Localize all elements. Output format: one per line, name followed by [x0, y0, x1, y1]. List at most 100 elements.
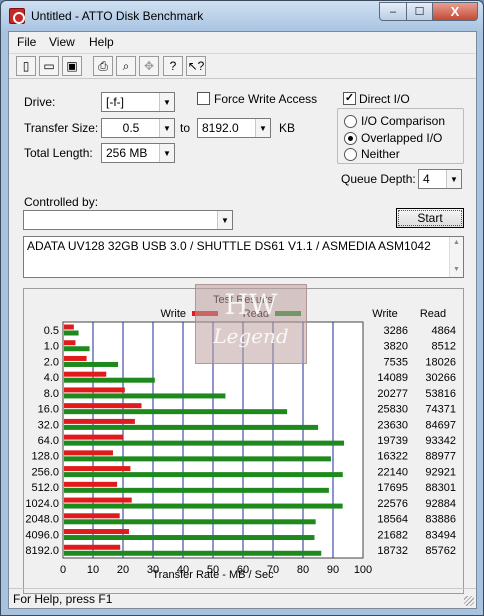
read-value: 4864: [432, 325, 456, 337]
context-help-button[interactable]: ↖?: [186, 56, 206, 76]
read-bar: [64, 393, 226, 399]
queue-depth-select[interactable]: 4 ▼: [418, 169, 462, 189]
write-value: 22576: [377, 498, 408, 510]
checkmark-icon: ✓: [344, 92, 355, 104]
neither-radio[interactable]: [344, 148, 357, 161]
x-tick-label: 10: [87, 564, 99, 576]
read-value: 93342: [425, 435, 456, 447]
open-icon: ▭: [43, 59, 55, 73]
print-preview-icon: ⌕: [122, 58, 130, 73]
read-bar: [64, 550, 322, 556]
io-mode-group: I/O Comparison Overlapped I/O Neither: [337, 108, 464, 164]
minimize-button[interactable]: –: [379, 2, 407, 21]
results-chart: Test Results Write Read Write Read 0 10 20…: [25, 294, 456, 581]
write-bar: [64, 340, 76, 346]
x-tick-label: 80: [297, 564, 309, 576]
total-length-label: Total Length:: [24, 146, 93, 160]
chevron-down-icon: ▼: [217, 211, 232, 229]
column-header-write: Write: [372, 308, 397, 320]
write-bar: [64, 481, 118, 487]
y-tick-label: 4.0: [44, 372, 59, 384]
scroll-down-icon[interactable]: ▼: [453, 266, 460, 273]
read-value: 83494: [425, 529, 456, 541]
x-tick-label: 0: [60, 564, 66, 576]
chart-title: Test Results: [213, 294, 273, 306]
write-bar: [64, 529, 130, 535]
write-bar: [64, 450, 113, 456]
direct-io-checkbox[interactable]: ✓: [343, 92, 356, 105]
menu-view[interactable]: View: [49, 35, 75, 49]
save-button[interactable]: ▣: [62, 56, 82, 76]
controlled-by-select[interactable]: ▼: [23, 210, 233, 230]
move-button[interactable]: ✥: [139, 56, 159, 76]
scroll-up-icon[interactable]: ▲: [453, 239, 460, 246]
open-button[interactable]: ▭: [39, 56, 59, 76]
print-preview-button[interactable]: ⌕: [116, 56, 136, 76]
print-button[interactable]: ⎙: [93, 56, 113, 76]
transfer-size-to-select[interactable]: 8192.0 ▼: [197, 118, 271, 138]
controlled-by-label: Controlled by:: [24, 195, 99, 209]
y-tick-label: 1.0: [44, 341, 59, 353]
queue-depth-value: 4: [423, 172, 430, 186]
chevron-down-icon: ▼: [159, 119, 174, 137]
chevron-down-icon: ▼: [255, 119, 270, 137]
read-bar: [64, 346, 90, 352]
y-tick-label: 32.0: [38, 419, 59, 431]
force-write-checkbox[interactable]: [197, 92, 210, 105]
start-button[interactable]: Start: [396, 208, 464, 228]
read-value: 84697: [425, 419, 456, 431]
description-scrollbar[interactable]: ▲ ▼: [449, 237, 463, 277]
y-tick-label: 128.0: [31, 451, 59, 463]
write-bar: [64, 387, 125, 393]
io-comparison-radio[interactable]: [344, 115, 357, 128]
read-value: 53816: [425, 388, 456, 400]
context-help-icon: ↖?: [187, 59, 205, 73]
maximize-button[interactable]: ☐: [406, 2, 433, 21]
resize-grip[interactable]: [464, 596, 474, 606]
read-bar: [64, 330, 79, 336]
transfer-size-label: Transfer Size:: [24, 121, 99, 135]
write-bar: [64, 497, 132, 503]
new-button[interactable]: ▯: [16, 56, 36, 76]
menu-file[interactable]: File: [17, 35, 36, 49]
overlapped-io-radio[interactable]: [344, 132, 357, 145]
menu-help[interactable]: Help: [89, 35, 114, 49]
write-value: 3286: [384, 325, 408, 337]
read-bar: [64, 535, 315, 541]
legend-read-label: Read: [243, 308, 269, 320]
y-tick-label: 2048.0: [25, 514, 59, 526]
status-bar: For Help, press F1: [9, 588, 476, 608]
write-value: 18564: [377, 514, 408, 526]
description-field[interactable]: ADATA UV128 32GB USB 3.0 / SHUTTLE DS61 …: [23, 236, 464, 278]
read-value: 83886: [425, 514, 456, 526]
write-bar: [64, 418, 135, 424]
app-icon: [9, 8, 25, 24]
read-bar: [64, 361, 119, 367]
write-bar: [64, 544, 121, 550]
read-value: 92884: [425, 498, 456, 510]
chevron-down-icon: ▼: [159, 144, 174, 162]
description-text: ADATA UV128 32GB USB 3.0 / SHUTTLE DS61 …: [27, 239, 431, 253]
total-length-value: 256 MB: [106, 146, 148, 160]
help-button[interactable]: ?: [163, 56, 183, 76]
column-header-read: Read: [420, 308, 446, 320]
read-value: 18026: [425, 356, 456, 368]
y-tick-label: 4096.0: [25, 529, 59, 541]
toolbar: ▯ ▭ ▣ ⎙ ⌕ ✥ ? ↖?: [9, 53, 476, 79]
write-value: 25830: [377, 404, 408, 416]
transfer-size-from-select[interactable]: 0.5 ▼: [101, 118, 175, 138]
write-value: 20277: [377, 388, 408, 400]
close-button[interactable]: X: [432, 2, 478, 21]
drive-select[interactable]: [-f-] ▼: [101, 92, 175, 112]
total-length-select[interactable]: 256 MB ▼: [101, 143, 175, 163]
kb-label: KB: [279, 121, 296, 135]
write-value: 7535: [384, 356, 408, 368]
drive-label: Drive:: [24, 95, 56, 109]
start-label: Start: [398, 210, 462, 226]
write-bar: [64, 466, 131, 472]
menu-bar: File View Help: [9, 32, 476, 52]
results-panel: Test Results Write Read Write Read 0 10 20…: [23, 288, 464, 594]
read-bar: [64, 456, 331, 462]
title-bar[interactable]: Untitled - ATTO Disk Benchmark – ☐ X: [1, 1, 483, 31]
write-value: 3820: [384, 341, 408, 353]
